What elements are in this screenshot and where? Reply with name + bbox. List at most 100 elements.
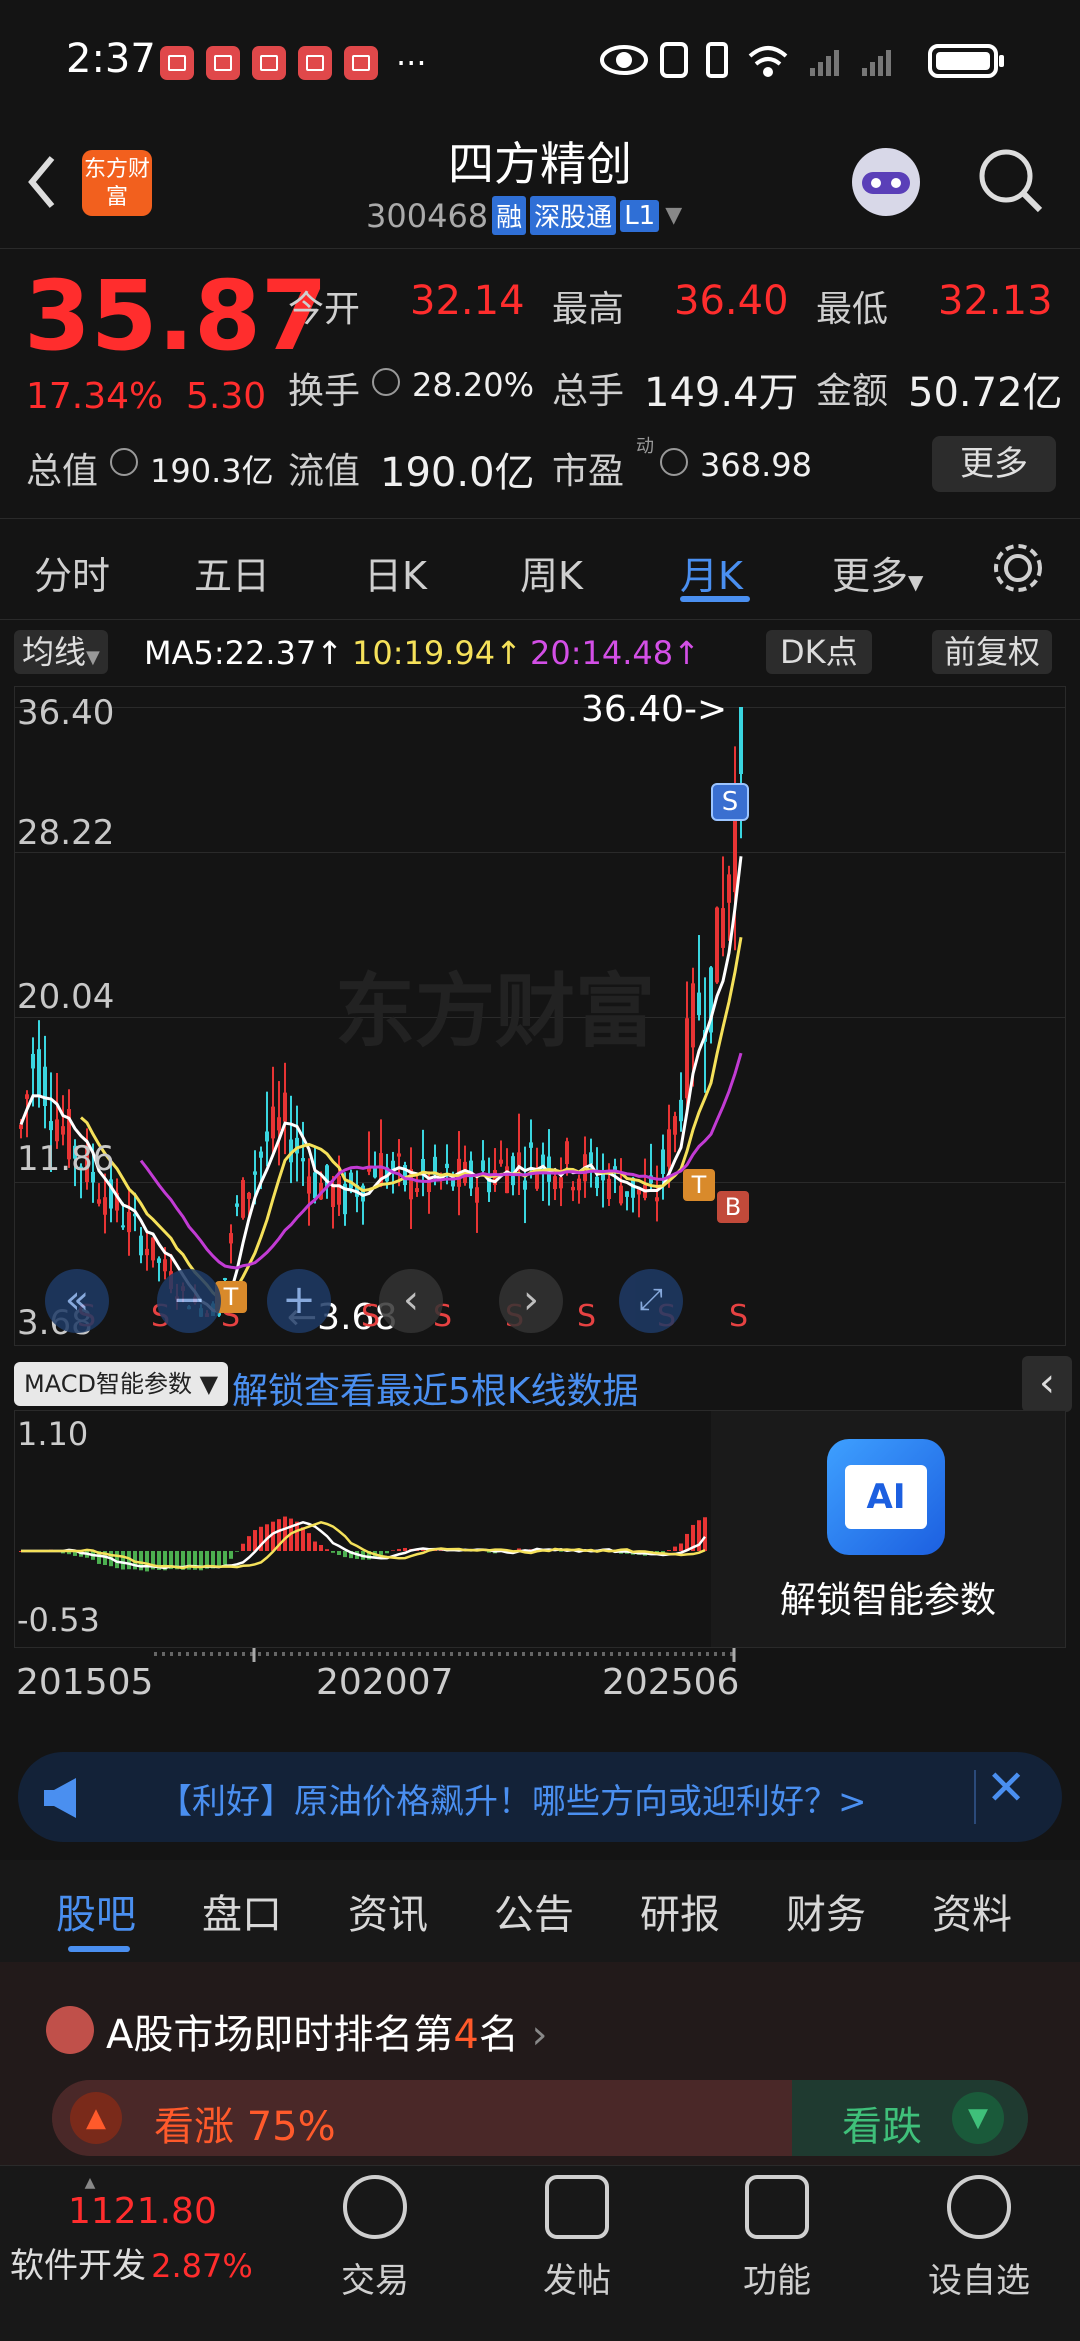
candle-body <box>445 1164 449 1168</box>
buy-badge[interactable]: B <box>717 1191 749 1223</box>
nav-post[interactable]: 发帖 <box>502 2175 652 2302</box>
news-banner[interactable]: 【利好】原油价格飙升！哪些方向或迎利好？> ✕ <box>18 1752 1062 1842</box>
rewind-button[interactable]: « <box>45 1269 109 1333</box>
tab-daily-k[interactable]: 日K <box>364 545 427 600</box>
notification-icon <box>160 46 194 80</box>
candle-body <box>253 1171 257 1174</box>
macd-chart: 1.10 -0.53 AI 解锁智能参数 <box>14 1410 1066 1648</box>
stock-header: 东方财富 四方精创 300468 融 深股通 L1 ▼ <box>0 120 1080 249</box>
prev-button[interactable]: ‹ <box>379 1269 443 1333</box>
macd-histogram-bar <box>703 1517 707 1551</box>
tab-weekly-k[interactable]: 周K <box>520 545 583 600</box>
candle-body <box>223 1278 227 1280</box>
candle-body <box>595 1177 599 1188</box>
value-amount: 50.72亿 <box>908 360 1063 418</box>
tab-monthly-k[interactable]: 月K <box>680 545 743 600</box>
macd-histogram-bar <box>229 1551 233 1559</box>
sell-signal: S <box>577 1299 596 1334</box>
candle-body <box>19 1124 23 1129</box>
bear-label[interactable]: 看跌 <box>842 2094 922 2152</box>
sell-badge[interactable]: S <box>711 783 749 821</box>
tab-finance[interactable]: 财务 <box>786 1882 866 1940</box>
candle-body <box>271 1107 275 1139</box>
robot-assistant-icon[interactable] <box>846 142 926 222</box>
tab-news[interactable]: 资讯 <box>348 1882 428 1940</box>
close-icon[interactable]: ✕ <box>986 1760 1026 1816</box>
candle-body <box>535 1173 539 1189</box>
value-volume: 149.4万 <box>644 360 799 418</box>
ai-icon: AI <box>827 1439 945 1555</box>
tab-research[interactable]: 研报 <box>640 1882 720 1940</box>
info-icon[interactable] <box>660 448 688 476</box>
tab-more[interactable]: 更多▼ <box>832 545 923 600</box>
label-high: 最高 <box>552 280 624 332</box>
date-axis: 201505 202007 202506 <box>14 1648 1066 1728</box>
candle-body <box>691 983 695 1047</box>
nfc-icon <box>662 44 686 76</box>
grid-icon <box>745 2175 809 2239</box>
change-amount: 5.30 <box>186 376 266 417</box>
candle-body <box>103 1197 107 1215</box>
info-icon[interactable] <box>372 368 400 396</box>
adjust-button[interactable]: 前复权 <box>932 630 1052 674</box>
tab-profile[interactable]: 资料 <box>932 1882 1012 1940</box>
t-badge[interactable]: T <box>683 1169 715 1201</box>
zoom-in-button[interactable]: + <box>267 1269 331 1333</box>
fullscreen-icon[interactable]: ⤢ <box>619 1269 683 1333</box>
bull-arrow-icon[interactable]: ▲ <box>70 2092 122 2144</box>
battery-icon <box>930 46 1004 76</box>
tab-intraday[interactable]: 分时 <box>34 545 110 600</box>
info-icon[interactable] <box>110 448 138 476</box>
candle-body <box>247 1193 251 1199</box>
nav-functions[interactable]: 功能 <box>702 2175 852 2302</box>
macd-histogram-bar <box>325 1549 329 1551</box>
bull-label[interactable]: 看涨 75% <box>154 2094 336 2152</box>
ma10-line <box>81 937 741 1300</box>
kline-chart[interactable]: 东方财富 36.40 28.22 20.04 11.86 3.68 36.40-… <box>14 686 1066 1346</box>
candle-body <box>415 1188 419 1192</box>
macd-selector[interactable]: MACD智能参数 ▼ <box>14 1362 228 1406</box>
high-marker: 36.40-> <box>581 689 727 730</box>
candle-body <box>25 1094 29 1099</box>
tab-five-day[interactable]: 五日 <box>194 545 270 600</box>
ma-selector[interactable]: 均线▼ <box>14 630 108 674</box>
sector-index[interactable]: ▲ 1121.80 软件开发 2.87% <box>10 2175 290 2287</box>
news-text[interactable]: 【利好】原油价格飙升！哪些方向或迎利好？> <box>158 1774 867 1823</box>
ranking-text[interactable]: A股市场即时排名第4名 › <box>106 2002 548 2060</box>
nav-watchlist[interactable]: 设自选 <box>904 2175 1054 2302</box>
candle-body <box>145 1249 149 1255</box>
macd-histogram-bar <box>343 1551 347 1557</box>
candle-body <box>553 1176 557 1189</box>
candle-body <box>397 1153 401 1156</box>
candle-body <box>37 1049 41 1096</box>
candle-body <box>229 1233 233 1243</box>
candle-body <box>499 1160 503 1164</box>
nav-trade[interactable]: 交易 <box>300 2175 450 2302</box>
macd-histogram-bar <box>121 1551 125 1570</box>
search-icon[interactable] <box>976 146 1046 216</box>
more-button[interactable]: 更多 <box>932 436 1056 492</box>
candle-body <box>301 1158 305 1161</box>
ma5-value: MA5:22.37↑ <box>144 634 343 672</box>
candle-body <box>661 1149 665 1174</box>
sell-signal: S <box>729 1299 748 1334</box>
index-value: 1121.80 <box>68 2191 290 2232</box>
tab-forum[interactable]: 股吧 <box>56 1882 136 1940</box>
dropdown-icon[interactable]: ▼ <box>665 203 682 228</box>
settings-gear-icon[interactable] <box>990 540 1046 596</box>
tab-orderbook[interactable]: 盘口 <box>202 1882 282 1940</box>
ai-unlock-overlay[interactable]: AI 解锁智能参数 <box>711 1411 1065 1647</box>
macd-histogram-bar <box>217 1551 221 1567</box>
bear-arrow-icon[interactable]: ▼ <box>952 2092 1004 2144</box>
dk-button[interactable]: DK点 <box>766 630 872 674</box>
collapse-button[interactable]: ‹ <box>1022 1356 1072 1412</box>
unlock-link[interactable]: 解锁查看最近5根K线数据 <box>232 1362 639 1414</box>
zoom-out-button[interactable]: − <box>157 1269 221 1333</box>
macd-histogram-bar <box>241 1544 245 1551</box>
candle-body <box>559 1177 563 1188</box>
macd-histogram-bar <box>283 1517 287 1551</box>
next-button[interactable]: › <box>499 1269 563 1333</box>
candle-body <box>277 1117 281 1130</box>
tab-announcements[interactable]: 公告 <box>494 1882 574 1940</box>
candle-body <box>157 1258 161 1263</box>
